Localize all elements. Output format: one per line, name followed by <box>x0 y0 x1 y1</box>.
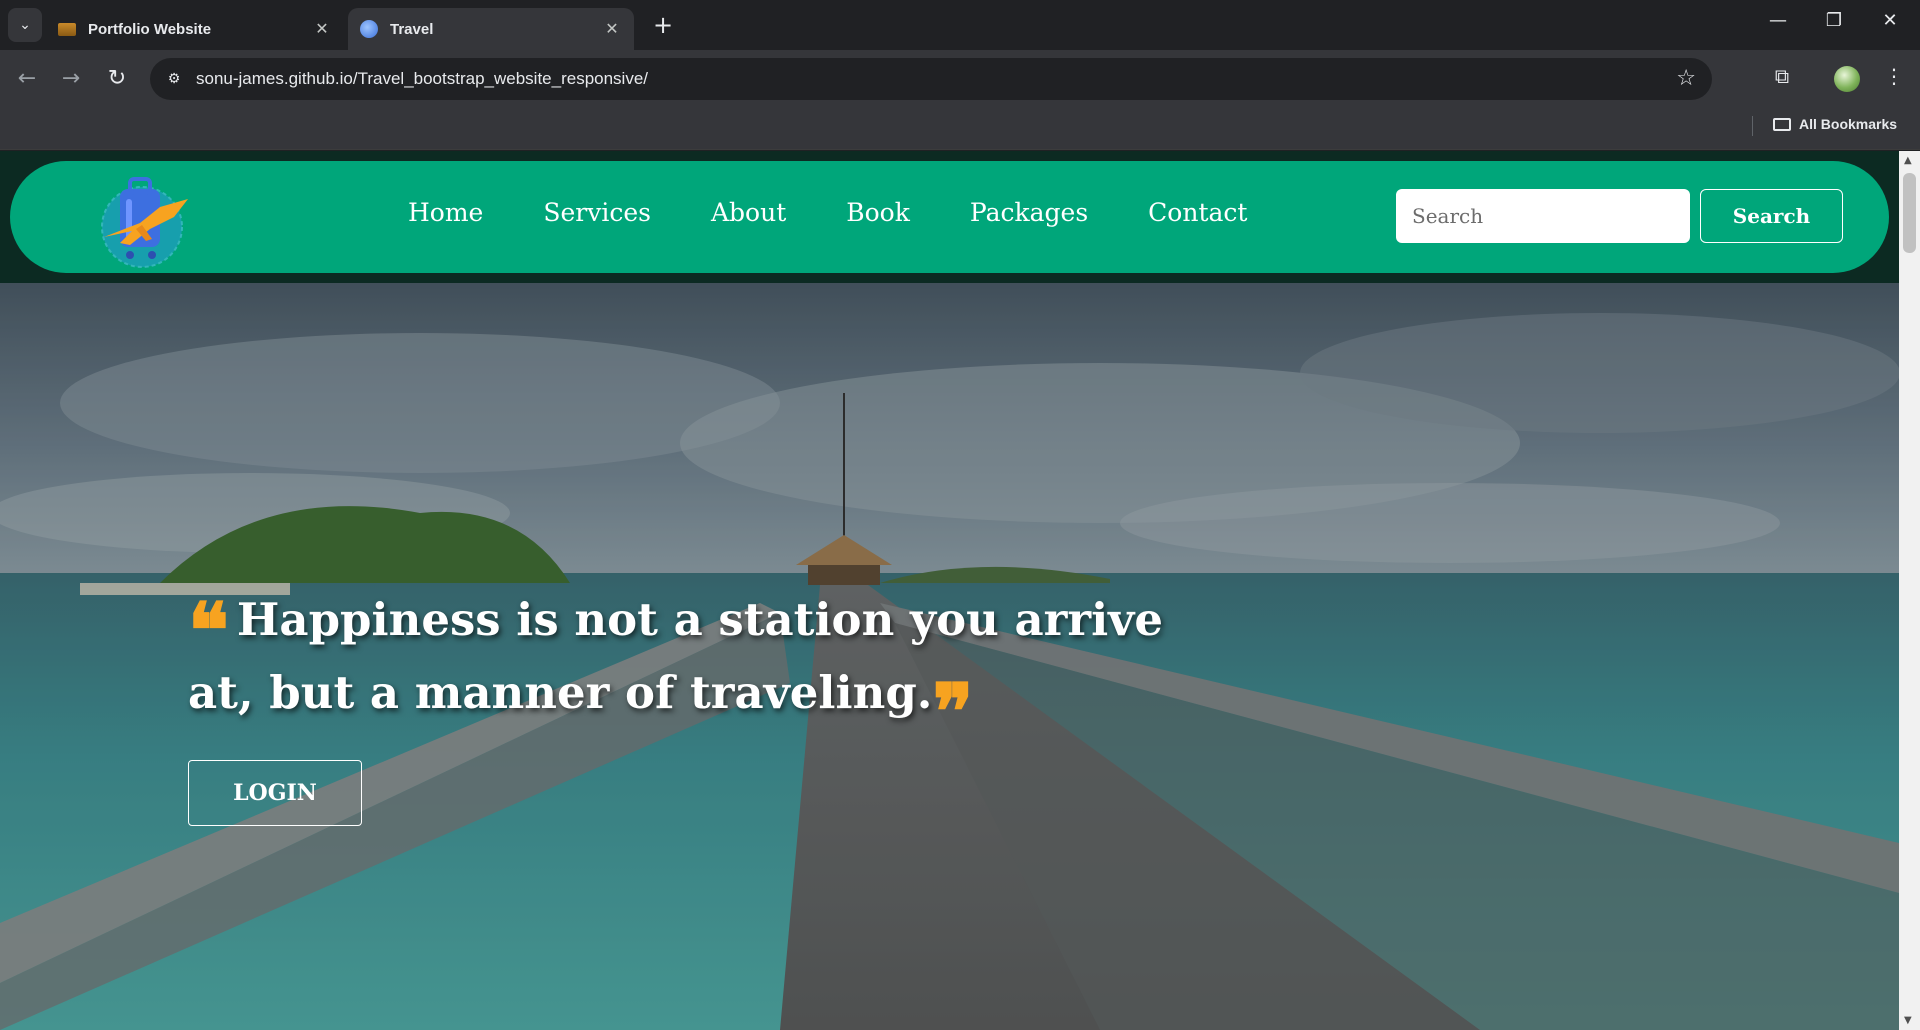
quote-open-icon: ❝ <box>188 586 229 675</box>
nav-link-book[interactable]: Book <box>846 198 910 227</box>
browser-toolbar: ← → ↻ ⚙ sonu-james.github.io/Travel_boot… <box>0 50 1920 108</box>
folder-icon <box>1773 117 1791 131</box>
site-navbar: Home Services About Book Packages Contac… <box>10 161 1889 273</box>
nav-link-services[interactable]: Services <box>543 198 651 227</box>
chevron-down-icon[interactable]: ⌄ <box>8 8 42 42</box>
page-scrollbar[interactable]: ▲ ▼ <box>1899 151 1920 1030</box>
divider <box>1752 116 1753 136</box>
close-icon[interactable]: ✕ <box>602 19 622 39</box>
all-bookmarks-label: All Bookmarks <box>1799 116 1898 132</box>
tab-portfolio-website[interactable]: Portfolio Website ✕ <box>46 8 344 50</box>
nav-link-about[interactable]: About <box>711 198 786 227</box>
nav-link-home[interactable]: Home <box>408 198 483 227</box>
quote-text: Happiness is not a station you arrive at… <box>188 593 1163 719</box>
avatar[interactable] <box>1834 66 1860 92</box>
kebab-menu-icon[interactable]: ⋮ <box>1879 64 1909 88</box>
puzzle-icon[interactable]: ⧉ <box>1767 64 1797 88</box>
reload-icon[interactable]: ↻ <box>102 64 132 94</box>
scroll-up-icon[interactable]: ▲ <box>1904 155 1912 166</box>
nav-link-packages[interactable]: Packages <box>970 198 1088 227</box>
tab-strip: ⌄ Portfolio Website ✕ Travel ✕ + — ❐ ✕ <box>0 0 1920 50</box>
web-page: Home Services About Book Packages Contac… <box>0 151 1899 1030</box>
hero-section: ❝ Happiness is not a station you arrive a… <box>0 283 1899 1030</box>
tab-title: Travel <box>390 20 434 38</box>
scroll-thumb[interactable] <box>1903 173 1916 253</box>
close-icon[interactable]: ✕ <box>1870 10 1910 31</box>
restore-icon[interactable]: ❐ <box>1814 10 1854 31</box>
tune-icon[interactable]: ⚙ <box>164 69 184 89</box>
login-button[interactable]: LOGIN <box>188 760 362 826</box>
search-input[interactable] <box>1396 189 1690 243</box>
address-bar[interactable]: ⚙ sonu-james.github.io/Travel_bootstrap_… <box>150 58 1712 100</box>
hero-quote: ❝ Happiness is not a station you arrive a… <box>188 583 1168 750</box>
plus-icon[interactable]: + <box>650 12 676 38</box>
bookmarks-bar: All Bookmarks <box>0 108 1920 150</box>
url-text[interactable]: sonu-james.github.io/Travel_bootstrap_we… <box>196 69 648 89</box>
tab-title: Portfolio Website <box>88 20 212 38</box>
search-button[interactable]: Search <box>1700 189 1843 243</box>
quote-close-icon: ❞ <box>932 667 974 756</box>
close-icon[interactable]: ✕ <box>312 19 332 39</box>
arrow-left-icon[interactable]: ← <box>12 64 42 94</box>
all-bookmarks-button[interactable]: All Bookmarks <box>1773 116 1897 132</box>
arrow-right-icon[interactable]: → <box>56 64 86 94</box>
star-icon[interactable]: ☆ <box>1676 66 1696 91</box>
nav-links: Home Services About Book Packages Contac… <box>408 198 1307 227</box>
travel-logo-icon[interactable] <box>90 169 200 269</box>
nav-link-contact[interactable]: Contact <box>1148 198 1247 227</box>
tab-travel[interactable]: Travel ✕ <box>348 8 634 50</box>
scroll-down-icon[interactable]: ▼ <box>1904 1015 1912 1026</box>
minimize-icon[interactable]: — <box>1758 10 1798 31</box>
travel-favicon-icon <box>360 20 378 38</box>
portfolio-favicon-icon <box>58 22 76 36</box>
